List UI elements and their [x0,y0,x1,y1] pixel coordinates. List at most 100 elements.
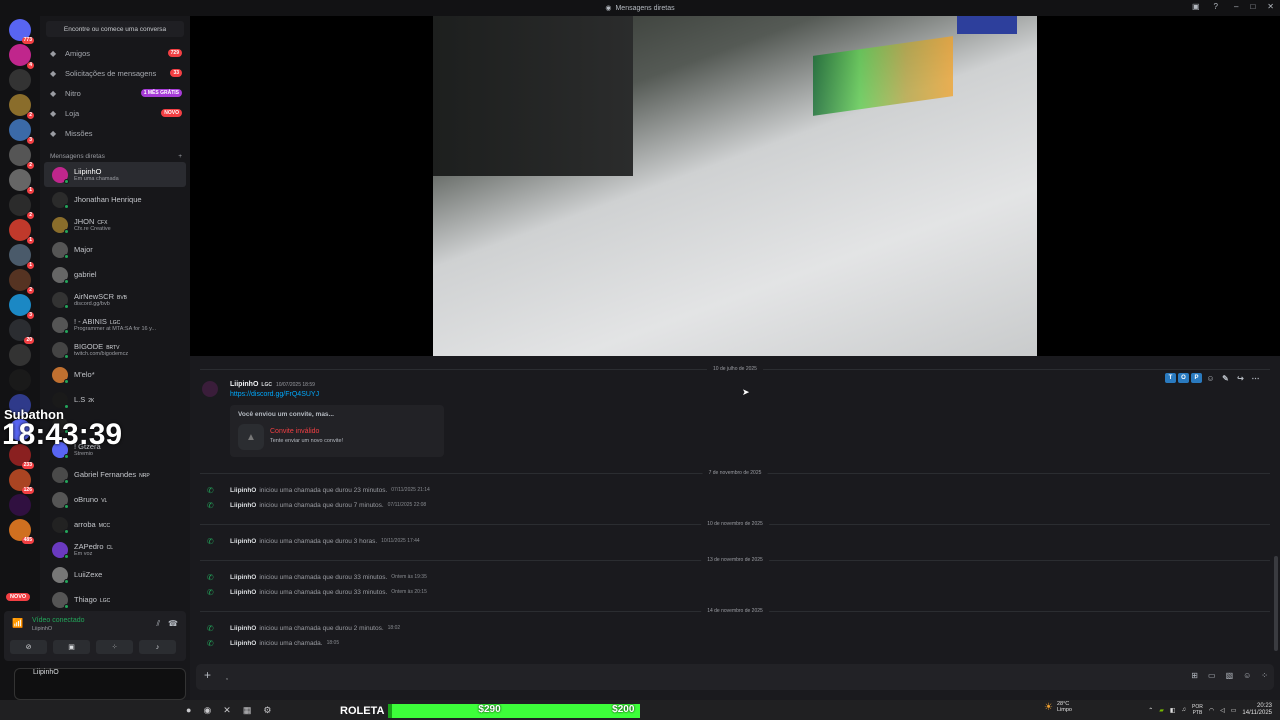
server-icon[interactable]: 1 [9,169,34,194]
search-taskbar-icon[interactable]: ● [186,705,191,715]
call-author[interactable]: LiipinhO [230,574,256,581]
dm-item[interactable]: ! - ABINIS LGC Programmer at MTA:SA for 16… [44,312,186,337]
help-icon[interactable]: ? [1214,2,1218,11]
dm-name: arroba MCC [74,520,110,529]
dm-item[interactable]: ZAPedro CL Em voz [44,537,186,562]
server-icon[interactable] [9,369,31,391]
call-author[interactable]: LiipinhO [230,640,256,647]
app-taskbar-icon[interactable]: ✕ [223,705,231,716]
date-divider: 7 de novembro de 2025 [200,470,1270,476]
server-icon[interactable]: 2 [9,194,34,219]
nvidia-icon[interactable]: ▰ [1159,707,1164,714]
dm-item[interactable]: M'elo* [44,362,186,387]
message-input[interactable] [226,669,1126,685]
home-button[interactable]: 773 [9,19,34,44]
speaker-icon[interactable]: ◁ [1220,707,1225,714]
call-author[interactable]: LiipinhO [230,502,256,509]
disconnect-icon[interactable]: ☎ [168,619,178,629]
media-taskbar-icon[interactable]: ▦ [243,705,252,716]
dm-status-text: discord.gg/bvb [74,301,110,307]
dm-item[interactable]: Jhonathan Henrique [44,187,186,212]
maximize-button[interactable]: □ [1250,2,1255,11]
server-icon[interactable]: 4 [9,44,34,69]
nav-item-loja[interactable]: ◆ Loja NOVO [40,103,190,123]
forward-icon[interactable]: ↪ [1234,373,1247,383]
call-author[interactable]: LiipinhO [230,487,256,494]
battery-icon[interactable]: ▭ [1231,707,1237,714]
dm-item[interactable]: L.S 2K [44,387,186,412]
server-icon[interactable]: 485 [9,519,34,544]
discord-taskbar-icon[interactable]: ◉ [203,705,211,716]
server-icon[interactable] [9,494,31,516]
edit-icon[interactable]: ✎ [1219,373,1232,383]
server-icon[interactable]: 1 [9,244,34,269]
volume-icon[interactable]: ♫ [1182,707,1187,713]
reaction-o[interactable]: O [1178,373,1189,383]
dm-item[interactable]: arroba MCC [44,512,186,537]
screen-share-button[interactable]: ▣ [53,640,90,654]
dm-item[interactable]: Major [44,237,186,262]
attach-plus-icon[interactable]: + [204,668,211,682]
emoji-icon[interactable]: ☺ [1243,671,1251,680]
call-author[interactable]: LiipinhO [230,538,256,545]
server-icon[interactable]: 2 [9,144,34,169]
server-icon[interactable]: 2 [9,269,34,294]
call-author[interactable]: LiipinhO [230,589,256,596]
dm-item[interactable]: BIGODE BRTV twitch.com/bigodemcz [44,337,186,362]
dm-item[interactable]: Thiago LGC [44,587,186,612]
sticker-icon[interactable]: ▧ [1226,671,1234,680]
dm-name: LiipinhO [74,167,119,176]
search-input[interactable]: Encontre ou comece uma conversa [46,21,184,37]
dm-item[interactable]: LiipinhO Em uma chamada [44,162,186,187]
nav-item-nitro[interactable]: ◆ Nitro 1 MÊS GRÁTIS [40,83,190,103]
settings-taskbar-icon[interactable]: ⚙ [263,705,271,716]
reaction-t[interactable]: T [1165,373,1176,383]
server-icon[interactable]: 3 [9,119,34,144]
reaction-p[interactable]: P [1191,373,1202,383]
server-icon[interactable]: 2 [9,94,34,119]
camera-off-button[interactable]: ⊘ [10,640,47,654]
network-icon[interactable]: ◧ [1170,707,1176,714]
author-name[interactable]: LiipinhO [230,381,258,388]
message-author[interactable]: LiipinhO LGC 10/07/2025 18:59 [230,381,315,388]
language-indicator[interactable]: POR PTB [1192,704,1203,716]
chevron-up-icon[interactable]: ⌃ [1148,707,1153,714]
server-icon[interactable] [9,69,31,91]
apps-icon[interactable]: ⁘ [1261,671,1268,680]
noise-icon[interactable]: ⫽ [156,619,160,629]
invite-link[interactable]: https://discord.gg/FrQ4SUYJ [230,391,319,398]
soundboard-button[interactable]: ♪ [139,640,176,654]
dm-item[interactable]: oBruno VL [44,487,186,512]
server-icon[interactable]: 126 [9,469,34,494]
dm-item[interactable]: LuiiZexe [44,562,186,587]
dm-item[interactable]: JHON CFX Cfx.re Creative [44,212,186,237]
chat-scrollbar[interactable] [1274,556,1278,651]
dm-item[interactable]: AirNewSCR BVB discord.gg/bvb [44,287,186,312]
server-icon[interactable]: 20 [9,319,34,344]
gift-icon[interactable]: ⊞ [1191,671,1198,680]
server-icon[interactable] [9,344,31,366]
more-icon[interactable]: ⋯ [1249,373,1262,383]
mouse-cursor-icon: ➤ [742,387,750,397]
weather-widget[interactable]: ☀ 28°C Limpo [1044,701,1072,713]
nav-item-missões[interactable]: ◆ Missões [40,123,190,143]
avatar[interactable] [202,381,218,397]
add-reaction-icon[interactable]: ☺ [1204,373,1217,383]
wifi-icon[interactable]: ◠ [1209,707,1214,714]
nav-item-solicitações[interactable]: ◆ Solicitações de mensagens 33 [40,63,190,83]
add-dm-button[interactable]: + [178,153,182,160]
video-stream[interactable] [433,16,1037,356]
server-icon[interactable]: 3 [9,294,34,319]
server-icon[interactable]: 1 [9,219,34,244]
clock[interactable]: 20:23 14/11/2025 [1242,703,1272,717]
dm-item[interactable]: Gabriel Fernandes NRP [44,462,186,487]
status-indicator [64,353,69,359]
activities-button[interactable]: ⁘ [96,640,133,654]
dm-item[interactable]: gabriel [44,262,186,287]
call-author[interactable]: LiipinhO [230,625,256,632]
gif-icon[interactable]: ▭ [1208,671,1216,680]
inbox-icon[interactable]: ▣ [1192,2,1200,11]
close-button[interactable]: ✕ [1267,2,1274,11]
nav-item-amigos[interactable]: ◆ Amigos 729 [40,43,190,63]
minimize-button[interactable]: – [1234,2,1238,11]
